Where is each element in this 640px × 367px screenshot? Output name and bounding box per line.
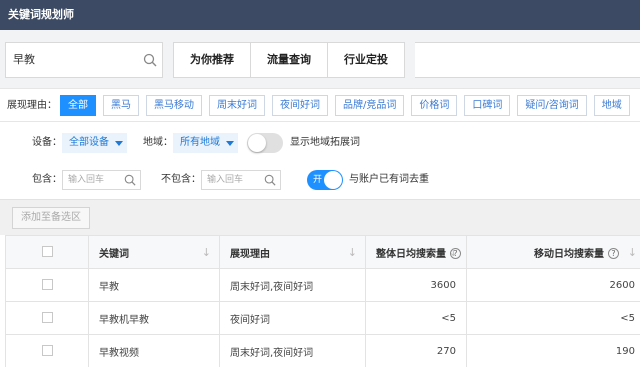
mobile-volume-cell: 190 bbox=[466, 334, 640, 367]
keyword-cell: 早教机早教 bbox=[88, 301, 220, 335]
keyword-cell: 早教视频 bbox=[88, 334, 220, 367]
table-row: 早教 周末好词,夜间好词 3600 2600 bbox=[5, 268, 640, 302]
region-label: 地域： bbox=[143, 137, 173, 148]
tab-bar-filler bbox=[415, 42, 640, 78]
toggle-knob bbox=[324, 171, 342, 189]
col-mobile-label: 移动日均搜索量 bbox=[534, 248, 604, 260]
tab-traffic-query[interactable]: 流量查询 bbox=[251, 43, 328, 77]
exclude-input[interactable] bbox=[201, 170, 281, 190]
app-title: 关键词规划师 bbox=[0, 0, 640, 30]
reason-chip-region[interactable]: 地域 bbox=[593, 95, 630, 116]
reason-chips: 全部 黑马 黑马移动 周末好词 夜间好词 品牌/竞品词 价格词 口碑词 疑问/咨… bbox=[60, 95, 637, 116]
include-input[interactable] bbox=[62, 170, 141, 190]
device-region-row: 设备： 全部设备 地域： 所有地域 显示地域拓展词 bbox=[0, 124, 640, 164]
col-header-keyword[interactable]: 关键词 ↓ bbox=[88, 235, 220, 269]
reason-cell: 周末好词,夜间好词 bbox=[219, 334, 366, 367]
dedupe-label: 与账户已有词去重 bbox=[349, 174, 429, 185]
region-value: 所有地域 bbox=[180, 137, 220, 148]
overall-volume-cell: <5 bbox=[365, 301, 467, 335]
col-header-mobile[interactable]: 移动日均搜索量? ↓ bbox=[466, 235, 640, 269]
region-expand-toggle[interactable] bbox=[247, 133, 283, 153]
reason-chip-question[interactable]: 疑问/咨询词 bbox=[517, 95, 587, 116]
col-header-overall[interactable]: 整体日均搜索量? ↓ bbox=[365, 235, 467, 269]
row-checkbox[interactable] bbox=[41, 345, 53, 357]
keyword-cell: 早教 bbox=[88, 268, 220, 302]
keyword-table: 关键词 ↓ 展现理由 ↓ 整体日均搜索量? ↓ 移动日均搜索量? ↓ 早教 周末好词,夜… bbox=[5, 235, 640, 367]
search-icon[interactable] bbox=[264, 174, 276, 186]
keyword-search-input[interactable]: 早教 bbox=[5, 42, 163, 78]
reason-chip-dark-horse-mobile[interactable]: 黑马移动 bbox=[146, 95, 202, 116]
action-bar: 添加至备选区 bbox=[0, 199, 640, 235]
tab-bar: 为你推荐 流量查询 行业定投 bbox=[173, 42, 405, 78]
chevron-down-icon bbox=[226, 141, 234, 146]
reason-chip-weekend[interactable]: 周末好词 bbox=[209, 95, 265, 116]
sort-arrow-icon[interactable]: ↓ bbox=[202, 246, 211, 259]
reason-chip-reputation[interactable]: 口碑词 bbox=[464, 95, 511, 116]
row-checkbox[interactable] bbox=[41, 279, 53, 291]
overall-volume-cell: 3600 bbox=[365, 268, 467, 302]
search-area: 早教 为你推荐 流量查询 行业定投 bbox=[0, 30, 640, 88]
reason-chip-all[interactable]: 全部 bbox=[60, 95, 96, 116]
row-select-cell bbox=[5, 334, 89, 367]
row-select-cell bbox=[5, 301, 89, 335]
add-to-pool-button[interactable]: 添加至备选区 bbox=[12, 207, 90, 229]
dedupe-toggle[interactable]: 开 bbox=[307, 170, 343, 190]
search-icon[interactable] bbox=[143, 53, 157, 67]
row-checkbox[interactable] bbox=[41, 312, 53, 324]
reason-cell: 周末好词,夜间好词 bbox=[219, 268, 366, 302]
device-dropdown[interactable]: 全部设备 bbox=[62, 133, 127, 153]
select-all-checkbox[interactable] bbox=[41, 246, 53, 258]
reason-chip-night[interactable]: 夜间好词 bbox=[272, 95, 328, 116]
reason-chip-brand[interactable]: 品牌/竞品词 bbox=[335, 95, 405, 116]
reason-filter-row: 展现理由： 全部 黑马 黑马移动 周末好词 夜间好词 品牌/竞品词 价格词 口碑… bbox=[0, 88, 640, 122]
sort-arrow-icon[interactable]: ↓ bbox=[348, 246, 357, 259]
region-expand-label: 显示地域拓展词 bbox=[290, 137, 360, 148]
search-value: 早教 bbox=[13, 53, 35, 66]
region-dropdown[interactable]: 所有地域 bbox=[173, 133, 238, 153]
device-label: 设备： bbox=[32, 137, 62, 148]
col-keyword-label: 关键词 bbox=[99, 248, 129, 260]
chevron-down-icon bbox=[115, 141, 123, 146]
col-header-reason[interactable]: 展现理由 ↓ bbox=[219, 235, 366, 269]
reason-chip-dark-horse[interactable]: 黑马 bbox=[103, 95, 139, 116]
table-header-row: 关键词 ↓ 展现理由 ↓ 整体日均搜索量? ↓ 移动日均搜索量? ↓ bbox=[5, 235, 640, 269]
sort-arrow-icon[interactable]: ↓ bbox=[628, 246, 637, 259]
select-all-cell bbox=[5, 235, 89, 269]
col-reason-label: 展现理由 bbox=[230, 248, 270, 260]
table-row: 早教视频 周末好词,夜间好词 270 190 bbox=[5, 334, 640, 367]
mobile-volume-cell: <5 bbox=[466, 301, 640, 335]
mobile-volume-cell: 2600 bbox=[466, 268, 640, 302]
help-icon[interactable]: ? bbox=[608, 248, 619, 259]
tab-recommend[interactable]: 为你推荐 bbox=[174, 43, 251, 77]
reason-cell: 夜间好词 bbox=[219, 301, 366, 335]
include-exclude-row: 包含： 不包含： 开 与账户已有词去重 bbox=[0, 160, 640, 200]
device-value: 全部设备 bbox=[69, 137, 109, 148]
table-row: 早教机早教 夜间好词 <5 <5 bbox=[5, 301, 640, 335]
tab-industry[interactable]: 行业定投 bbox=[328, 43, 404, 77]
toggle-knob bbox=[248, 134, 266, 152]
row-select-cell bbox=[5, 268, 89, 302]
dedupe-toggle-text: 开 bbox=[313, 175, 323, 185]
reason-chip-price[interactable]: 价格词 bbox=[411, 95, 458, 116]
sort-arrow-icon[interactable]: ↓ bbox=[449, 246, 458, 259]
search-icon[interactable] bbox=[124, 174, 136, 186]
col-overall-label: 整体日均搜索量 bbox=[376, 248, 446, 260]
include-label: 包含： bbox=[32, 174, 62, 185]
exclude-label: 不包含： bbox=[161, 174, 201, 185]
overall-volume-cell: 270 bbox=[365, 334, 467, 367]
reason-label: 展现理由： bbox=[7, 100, 57, 111]
